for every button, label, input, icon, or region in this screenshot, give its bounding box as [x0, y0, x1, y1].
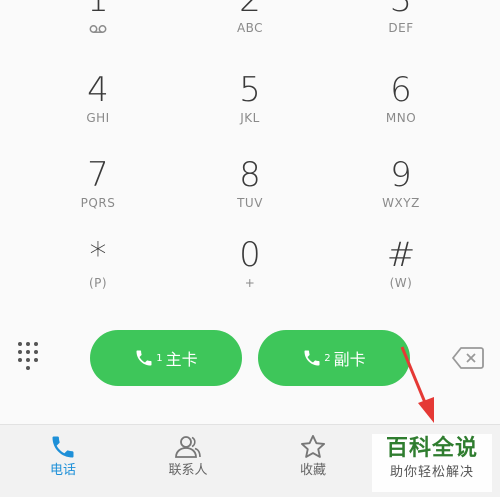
- contacts-icon: [133, 425, 243, 461]
- key-digit: 4: [87, 70, 109, 110]
- key-4[interactable]: 4 GHI: [38, 70, 158, 150]
- key-digit: 3: [390, 0, 412, 20]
- phone-icon: [304, 350, 320, 366]
- key-0[interactable]: 0 +: [190, 235, 310, 315]
- tab-label: 电话: [49, 463, 76, 478]
- key-1[interactable]: 1: [38, 0, 158, 60]
- key-digit: *: [89, 235, 107, 275]
- key-letters: ABC: [236, 21, 264, 35]
- key-letters: PQRS: [80, 196, 116, 210]
- key-letters: (P): [88, 276, 108, 290]
- star-icon: [258, 425, 368, 461]
- phone-icon: [8, 425, 118, 461]
- call-actions: 1 主卡 2 副卡: [0, 330, 500, 386]
- watermark-logo: 百科全说 助你轻松解决: [372, 434, 492, 492]
- watermark-title: 百科全说: [385, 436, 478, 461]
- tab-favorites[interactable]: 收藏: [258, 425, 368, 497]
- key-7[interactable]: 7 PQRS: [38, 155, 158, 235]
- backspace-icon[interactable]: [452, 347, 484, 369]
- sim-number: 2: [324, 352, 331, 364]
- call-sim1-button[interactable]: 1 主卡: [90, 330, 242, 386]
- key-digit: 1: [87, 0, 109, 20]
- call-sim2-label: 副卡: [333, 350, 366, 369]
- key-digit: 6: [390, 70, 412, 110]
- keypad-toggle-icon[interactable]: [18, 342, 46, 372]
- key-digit: #: [386, 235, 416, 275]
- tab-contacts[interactable]: 联系人: [133, 425, 243, 497]
- key-9[interactable]: 9 WXYZ: [341, 155, 461, 235]
- tab-label: 联系人: [168, 463, 208, 478]
- key-5[interactable]: 5 JKL: [190, 70, 310, 150]
- key-star[interactable]: * (P): [38, 235, 158, 315]
- key-digit: 5: [239, 70, 261, 110]
- key-3[interactable]: 3 DEF: [341, 0, 461, 60]
- watermark-subtitle: 助你轻松解决: [389, 465, 474, 480]
- key-letters: TUV: [237, 196, 263, 210]
- key-digit: 8: [239, 155, 261, 195]
- key-8[interactable]: 8 TUV: [190, 155, 310, 235]
- tab-label: 收藏: [299, 463, 326, 478]
- key-letters: GHI: [86, 111, 110, 125]
- key-letters: JKL: [240, 111, 260, 125]
- key-letters: MNO: [385, 111, 417, 125]
- dialpad: 1 2 ABC 3 DEF 4 GHI 5 JKL 6 MNO 7 PQRS 8…: [0, 0, 500, 320]
- phone-icon: [136, 350, 152, 366]
- key-digit: 0: [239, 235, 261, 275]
- key-digit: 7: [87, 155, 109, 195]
- key-digit: 2: [239, 0, 261, 20]
- key-letters: +: [244, 276, 256, 290]
- sim-number: 1: [156, 352, 163, 364]
- key-digit: 9: [390, 155, 412, 195]
- key-letters: (W): [389, 276, 413, 290]
- key-6[interactable]: 6 MNO: [341, 70, 461, 150]
- key-2[interactable]: 2 ABC: [190, 0, 310, 60]
- call-sim1-label: 主卡: [165, 350, 198, 369]
- key-letters: DEF: [388, 21, 414, 35]
- key-letters: WXYZ: [382, 196, 420, 210]
- tab-phone[interactable]: 电话: [8, 425, 118, 497]
- key-hash[interactable]: # (W): [341, 235, 461, 315]
- voicemail-icon: [38, 20, 158, 36]
- call-sim2-button[interactable]: 2 副卡: [258, 330, 410, 386]
